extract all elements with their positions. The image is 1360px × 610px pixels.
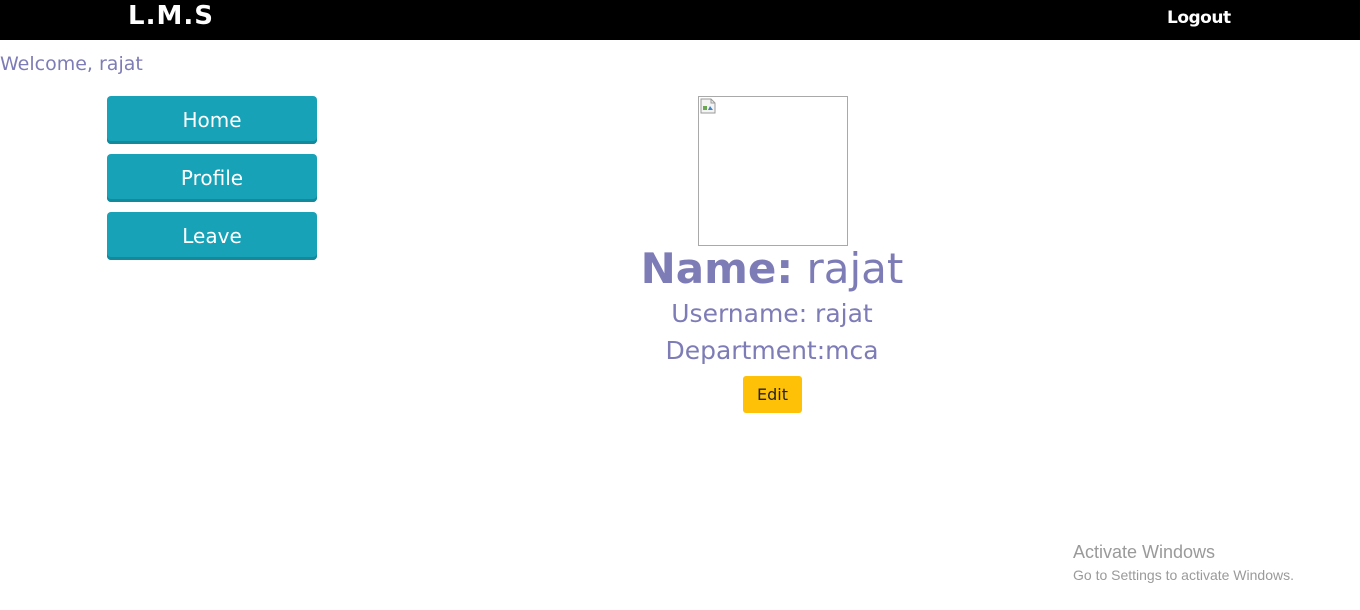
profile-department: Department:mca: [665, 336, 879, 365]
profile-name: Name: rajat: [572, 243, 972, 295]
edit-button[interactable]: Edit: [743, 376, 802, 413]
name-value: rajat: [806, 244, 904, 293]
profile-photo: [698, 96, 848, 246]
sidebar-item-profile[interactable]: Profile: [107, 154, 317, 202]
top-navbar: L.M.S Logout: [0, 0, 1360, 40]
logout-link[interactable]: Logout: [1167, 8, 1231, 28]
name-label: Name:: [640, 244, 794, 293]
brand-logo[interactable]: L.M.S: [128, 0, 214, 32]
welcome-message: Welcome, rajat: [0, 53, 143, 75]
profile-username: Username: rajat: [671, 299, 873, 328]
sidebar-item-leave[interactable]: Leave: [107, 212, 317, 260]
broken-image-icon: [700, 98, 716, 114]
sidebar-item-home[interactable]: Home: [107, 96, 317, 144]
activate-windows-title: Activate Windows: [1073, 542, 1216, 562]
activate-windows-subtitle: Go to Settings to activate Windows.: [1073, 567, 1294, 583]
